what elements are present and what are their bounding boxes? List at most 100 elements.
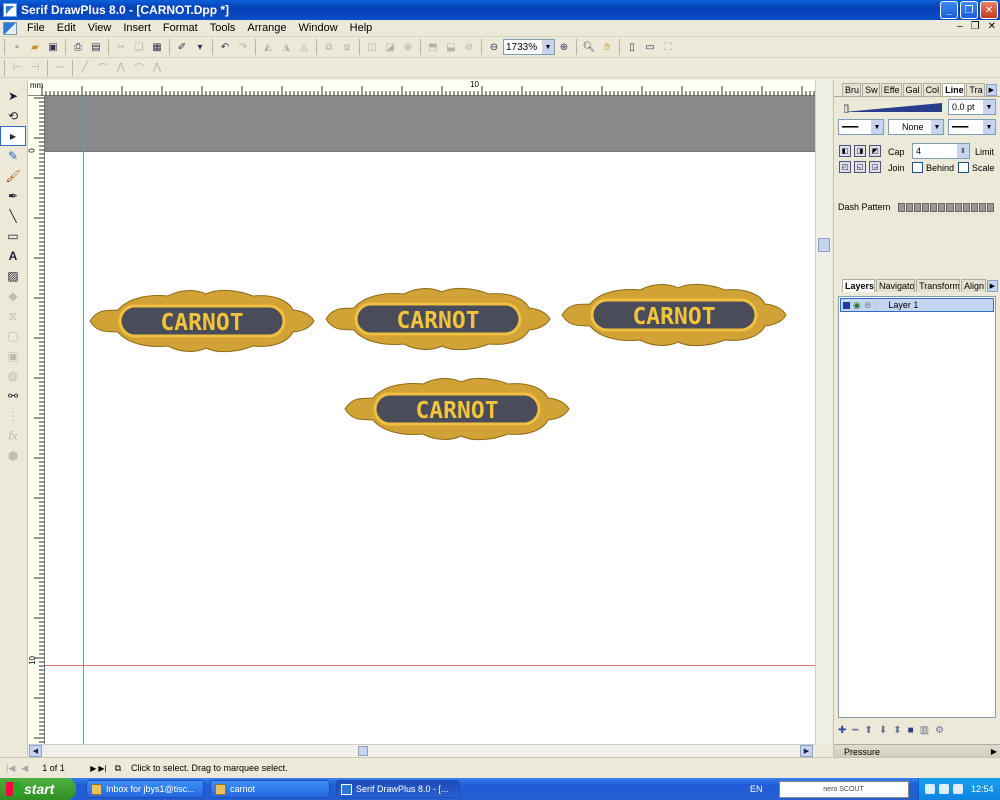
paste-icon[interactable]: ▦ bbox=[149, 39, 165, 55]
node-sharp-icon[interactable]: ⊣ bbox=[27, 60, 43, 76]
fit-page-icon[interactable]: ⛶ bbox=[660, 39, 676, 55]
first-page-icon[interactable]: |◀ bbox=[6, 763, 15, 774]
tab-transform[interactable]: Transform bbox=[916, 279, 961, 292]
zoom-in-icon[interactable]: ⊕ bbox=[556, 39, 572, 55]
lock-icon[interactable]: ⊜ bbox=[864, 300, 872, 311]
layer-row[interactable]: ◉ ⊜ ▯ Layer 1 bbox=[840, 298, 994, 312]
page-manager-icon[interactable]: ⧉ bbox=[115, 763, 121, 774]
menu-file[interactable]: File bbox=[21, 22, 51, 34]
drawing-canvas[interactable]: CARNOT CARNOT CARNOT CARNOT bbox=[45, 96, 815, 744]
pencil-tool-icon[interactable]: ✎ bbox=[0, 146, 26, 166]
last-page-icon[interactable]: ▶| bbox=[98, 764, 106, 773]
line-width-slider[interactable] bbox=[844, 103, 942, 113]
break-curve-icon[interactable]: ⎓ bbox=[52, 60, 68, 76]
layer-color-swatch-icon[interactable]: ■ bbox=[908, 725, 914, 736]
connector-tool-icon[interactable]: ⚯ bbox=[0, 386, 26, 406]
spinner-icon[interactable]: ⇕ bbox=[957, 144, 969, 158]
restore-button[interactable]: ❐ bbox=[960, 1, 978, 19]
merge-layer-icon[interactable]: ▥ bbox=[920, 725, 929, 736]
expand-icon[interactable]: ▶ bbox=[991, 747, 997, 756]
move-layer-up-icon[interactable]: ⬆ bbox=[864, 725, 872, 736]
fill-tool-icon[interactable]: ◆ bbox=[0, 286, 26, 306]
link-icon[interactable]: ⊘ bbox=[461, 39, 477, 55]
tray-app-icon[interactable] bbox=[925, 784, 935, 794]
cap-square-icon[interactable]: ◩ bbox=[869, 145, 881, 157]
pen-tool-icon[interactable]: ✒ bbox=[0, 186, 26, 206]
tab-swatches[interactable]: Sw bbox=[862, 83, 880, 96]
image-tool-icon[interactable]: ▨ bbox=[0, 266, 26, 286]
curve-segment-icon[interactable]: ⌒ bbox=[95, 60, 111, 76]
tab-scroll-right-icon[interactable]: ▶ bbox=[985, 84, 997, 96]
behind-checkbox[interactable] bbox=[912, 162, 923, 173]
zoom-tool-icon[interactable]: 🔍︎ bbox=[581, 39, 597, 55]
layer-properties-icon[interactable]: ⬍ bbox=[893, 725, 901, 736]
horizontal-scroll-thumb[interactable] bbox=[358, 746, 368, 756]
menu-arrange[interactable]: Arrange bbox=[241, 22, 292, 34]
vertical-scrollbar[interactable] bbox=[815, 80, 832, 744]
dash-pattern-editor[interactable] bbox=[898, 203, 994, 212]
menu-format[interactable]: Format bbox=[157, 22, 204, 34]
node-tool-icon[interactable]: ▸ bbox=[0, 126, 26, 146]
layer-options-icon[interactable]: ⚙ bbox=[935, 725, 944, 736]
menu-tools[interactable]: Tools bbox=[204, 22, 242, 34]
print-preview-icon[interactable]: ▤ bbox=[88, 39, 104, 55]
join-miter-icon[interactable]: ◰ bbox=[839, 161, 851, 173]
tray-volume-icon[interactable] bbox=[953, 784, 963, 794]
zoom-out-icon[interactable]: ⊖ bbox=[486, 39, 502, 55]
app-icon[interactable] bbox=[3, 3, 17, 17]
tab-layers[interactable]: Layers bbox=[842, 279, 876, 292]
zoom-select[interactable]: 1733% ▼ bbox=[503, 39, 555, 55]
pan-tool-icon[interactable]: ✋︎ bbox=[599, 39, 615, 55]
rotate-tool-icon[interactable]: ⟲ bbox=[0, 106, 26, 126]
flip-horizontal-icon[interactable]: ◭ bbox=[260, 39, 276, 55]
line-end-select[interactable]: ━━━ ▼ bbox=[948, 119, 996, 135]
paste-special-icon[interactable]: ▾ bbox=[192, 39, 208, 55]
tab-scroll-right-icon[interactable]: ▶ bbox=[986, 280, 998, 292]
align-icon[interactable]: ⬒ bbox=[425, 39, 441, 55]
shadow-tool-icon[interactable]: ◍ bbox=[0, 366, 26, 386]
combine-icon[interactable]: ⊕ bbox=[400, 39, 416, 55]
node-smooth-icon[interactable]: ⊢ bbox=[9, 60, 25, 76]
clock[interactable]: 12:54 bbox=[971, 784, 994, 794]
line-start-select[interactable]: ━━━ ▼ bbox=[838, 119, 884, 135]
blend-tool-icon[interactable]: ⋮ bbox=[0, 406, 26, 426]
scroll-right-icon[interactable]: ▶ bbox=[800, 745, 813, 757]
tray-network-icon[interactable] bbox=[939, 784, 949, 794]
format-painter-icon[interactable]: ✐ bbox=[174, 39, 190, 55]
tab-navigator[interactable]: Navigato bbox=[876, 279, 916, 292]
menu-insert[interactable]: Insert bbox=[117, 22, 157, 34]
cap-butt-icon[interactable]: ◧ bbox=[839, 145, 851, 157]
delete-layer-icon[interactable]: ━ bbox=[852, 725, 858, 736]
line-style-select[interactable]: None ▼ bbox=[888, 119, 944, 135]
3d-tool-icon[interactable]: ⬢ bbox=[0, 446, 26, 466]
menu-edit[interactable]: Edit bbox=[51, 22, 82, 34]
symmetric-node-icon[interactable]: ⋀ bbox=[149, 60, 165, 76]
fx-tool-icon[interactable]: fx bbox=[0, 426, 26, 446]
rectangle-tool-icon[interactable]: ▭ bbox=[0, 226, 26, 246]
rotate-icon[interactable]: ◬ bbox=[296, 39, 312, 55]
text-tool-icon[interactable]: A bbox=[0, 246, 26, 266]
distribute-icon[interactable]: ⬓ bbox=[443, 39, 459, 55]
group-icon[interactable]: ⧉ bbox=[321, 39, 337, 55]
doc-close-button[interactable]: ✕ bbox=[988, 21, 996, 32]
tab-transparency[interactable]: Tra bbox=[966, 83, 985, 96]
menu-view[interactable]: View bbox=[82, 22, 118, 34]
tab-line[interactable]: Line bbox=[942, 83, 966, 96]
scale-checkbox[interactable] bbox=[958, 162, 969, 173]
open-icon[interactable]: ▰ bbox=[27, 39, 43, 55]
brush-tool-icon[interactable]: 🖌︎ bbox=[0, 166, 26, 186]
contour-tool-icon[interactable]: ▣ bbox=[0, 346, 26, 366]
line-width-field[interactable]: 0.0 pt ▼ bbox=[948, 99, 996, 115]
pressure-panel-header[interactable]: Pressure ▶ bbox=[834, 744, 1000, 758]
pointer-tool-icon[interactable]: ➤ bbox=[0, 86, 26, 106]
redo-icon[interactable]: ↷ bbox=[235, 39, 251, 55]
minimize-button[interactable]: _ bbox=[940, 1, 958, 19]
save-icon[interactable]: ▣ bbox=[45, 39, 61, 55]
vertical-guide[interactable] bbox=[83, 96, 84, 744]
tab-align[interactable]: Align bbox=[961, 279, 986, 292]
next-page-icon[interactable]: ▶ bbox=[90, 764, 96, 773]
tab-effects[interactable]: Effe bbox=[880, 83, 902, 96]
visibility-eye-icon[interactable]: ◉ bbox=[853, 300, 861, 311]
scroll-left-icon[interactable]: ◀ bbox=[29, 745, 42, 757]
start-button[interactable]: start bbox=[0, 778, 76, 800]
